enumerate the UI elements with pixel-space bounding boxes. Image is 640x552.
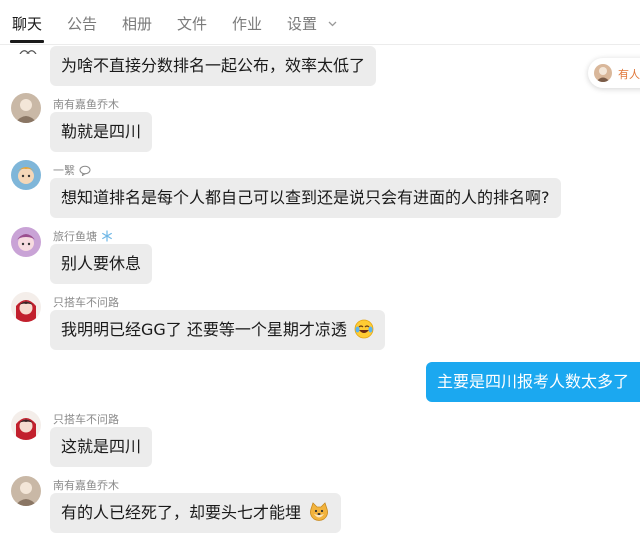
message-bubble[interactable]: 这就是四川 [50, 427, 153, 467]
message-bubble[interactable]: 我明明已经GG了 还要等一个星期才凉透 [50, 310, 385, 350]
tab-album[interactable]: 相册 [122, 13, 152, 34]
speech-bubble-icon [79, 165, 90, 177]
message-bubble[interactable]: 别人要休息 [50, 244, 153, 284]
avatar[interactable] [11, 410, 41, 440]
message-bubble[interactable]: 为啥不直接分数排名一起公布，效率太低了 [50, 46, 377, 86]
avatar [594, 64, 612, 82]
sender-name[interactable]: 只搭车不问路 [53, 294, 119, 310]
tab-homework[interactable]: 作业 [232, 13, 262, 34]
doge-emoji-icon [310, 502, 329, 521]
avatar[interactable] [11, 93, 41, 123]
avatar[interactable] [19, 43, 37, 54]
message-text: 有的人已经死了，却要头七才能埋 [61, 503, 302, 522]
message-bubble[interactable]: 想知道排名是每个人都自己可以查到还是说只会有进面的人的排名啊? [50, 178, 561, 218]
tab-chat[interactable]: 聊天 [12, 13, 42, 34]
sender-name[interactable]: 只搭车不问路 [53, 411, 119, 427]
avatar[interactable] [11, 227, 41, 257]
chevron-down-icon [328, 21, 337, 27]
tab-files[interactable]: 文件 [177, 13, 207, 34]
message-bubble[interactable]: 勒就是四川 [50, 112, 153, 152]
mention-label: 有人 [618, 68, 640, 81]
tab-notice[interactable]: 公告 [67, 13, 97, 34]
tab-settings-label: 设置 [287, 15, 318, 33]
snowflake-icon [101, 230, 112, 242]
tab-settings[interactable]: 设置 [287, 13, 337, 34]
sender-name-text: 一繄 [53, 164, 75, 177]
sender-name[interactable]: 一繄 [53, 162, 91, 178]
mention-notification[interactable]: 有人 [588, 58, 640, 88]
avatar[interactable] [11, 292, 41, 322]
sender-name[interactable]: 南有嘉鱼乔木 [53, 96, 119, 112]
message-bubble[interactable]: 有的人已经死了，却要头七才能埋 [50, 493, 342, 533]
sender-name-text: 旅行鱼塘 [53, 230, 97, 243]
group-tab-bar: 聊天 公告 相册 文件 作业 设置 [0, 0, 640, 45]
sender-name[interactable]: 旅行鱼塘 [53, 228, 113, 244]
avatar[interactable] [11, 160, 41, 190]
face-with-tears-of-joy-icon [354, 319, 374, 339]
message-text: 我明明已经GG了 还要等一个星期才凉透 [61, 320, 347, 339]
own-message-bubble[interactable]: 主要是四川报考人数太多了 [425, 362, 640, 402]
sender-name[interactable]: 南有嘉鱼乔木 [53, 477, 119, 493]
avatar[interactable] [11, 476, 41, 506]
